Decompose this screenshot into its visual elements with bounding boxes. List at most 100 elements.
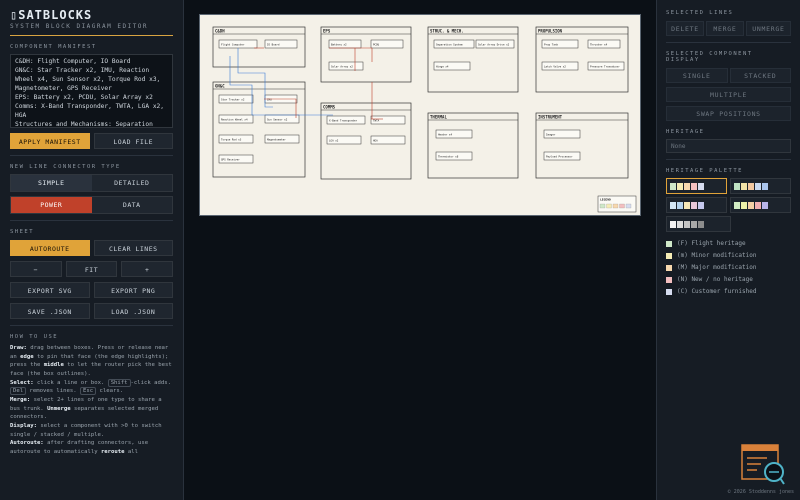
canvas-area[interactable]: C&DH Flight Computer IO Board EPS Battery x2… — [184, 0, 656, 500]
sheet-header: SHEET — [10, 229, 35, 235]
component-label: Heater x4 — [438, 132, 452, 136]
merge-button[interactable]: MERGE — [705, 21, 744, 36]
connector-line[interactable] — [329, 47, 373, 62]
zoom-in-button[interactable]: + — [121, 261, 174, 277]
component-label: Separation System — [436, 42, 463, 46]
legend-swatch — [666, 288, 672, 295]
subsystem-title: INSTRUMENT — [538, 115, 563, 120]
app-title: ▯SATBLOCKS — [10, 8, 93, 22]
howto-header: HOW TO USE — [10, 334, 59, 340]
palette-warm[interactable] — [730, 197, 791, 213]
connector-line[interactable] — [229, 56, 333, 116]
subsystem-frame[interactable] — [535, 112, 629, 179]
component-label: GPS Receiver — [221, 157, 240, 161]
simple-button[interactable]: SIMPLE — [11, 175, 92, 191]
connector-type-toggle: POWER DATA — [10, 196, 173, 214]
palette-gray[interactable] — [666, 216, 731, 232]
fit-button[interactable]: FIT — [65, 261, 118, 277]
esc-key: Esc — [80, 387, 97, 396]
palette-pastel[interactable] — [666, 178, 727, 194]
component-label: Thruster x4 — [590, 42, 608, 46]
divider — [666, 159, 791, 160]
component-label: Hinge x4 — [436, 64, 449, 68]
subsystem-frame[interactable] — [320, 26, 412, 83]
component-label: Battery x2 — [331, 42, 347, 46]
subsystem-title: COMMS — [323, 105, 336, 110]
palette-blue[interactable] — [666, 197, 727, 213]
subsystem-title: EPS — [323, 29, 331, 34]
app-logo — [741, 444, 785, 485]
component-label: Sun Sensor x2 — [267, 117, 288, 121]
right-panel: SELECTED LINES DELETE MERGE UNMERGE SELE… — [656, 0, 800, 500]
load-file-button[interactable]: LOAD FILE — [93, 133, 173, 149]
component-label: IO Board — [267, 42, 280, 46]
single-button[interactable]: SINGLE — [666, 68, 728, 83]
component-label: Pressure Transducer — [590, 64, 620, 68]
legend-label: (M) Major modification — [677, 264, 757, 271]
connector-style-toggle: SIMPLE DETAILED — [10, 174, 173, 192]
heritage-legend: (F) Flight heritage (m) Minor modificatio… — [666, 240, 791, 295]
delete-button[interactable]: DELETE — [666, 21, 704, 36]
manifest-header: COMPONENT MANIFEST — [10, 44, 97, 50]
clear-lines-button[interactable]: CLEAR LINES — [93, 240, 173, 256]
manifest-textarea[interactable]: C&DH: Flight Computer, IO Board GN&C: St… — [10, 54, 173, 128]
diagram-sheet[interactable]: C&DH Flight Computer IO Board EPS Battery x2… — [199, 14, 641, 216]
zoom-out-button[interactable]: − — [10, 261, 62, 277]
export-svg-button[interactable]: EXPORT SVG — [10, 282, 90, 298]
block-diagram[interactable]: C&DH Flight Computer IO Board EPS Battery x2… — [200, 15, 640, 215]
subsystem-frame[interactable] — [427, 26, 519, 93]
power-button[interactable]: POWER — [11, 197, 92, 213]
subsystem-title: GN&C — [215, 84, 225, 89]
component-label: Star Tracker x2 — [221, 97, 245, 101]
title-divider — [10, 35, 173, 36]
heritage-header: HERITAGE — [666, 129, 705, 135]
component-label: Torque Rod x3 — [221, 137, 242, 141]
subsystem-title: C&DH — [215, 29, 225, 34]
subsystem-frame[interactable] — [427, 112, 519, 179]
component-label: LGA x2 — [329, 138, 339, 142]
data-button[interactable]: DATA — [91, 197, 172, 213]
swap-positions-button[interactable]: SWAP POSITIONS — [666, 106, 791, 121]
save-json-button[interactable]: SAVE .JSON — [10, 303, 90, 319]
legend-item: (N) New / no heritage — [666, 276, 791, 283]
legend-swatch — [666, 264, 672, 271]
multiple-button[interactable]: MULTIPLE — [666, 87, 791, 102]
component-label: Solar Array x2 — [331, 64, 353, 68]
subsystem-frame[interactable] — [535, 26, 629, 93]
apply-manifest-button[interactable]: APPLY MANIFEST — [10, 133, 90, 149]
component-label: X-Band Transponder — [329, 118, 358, 122]
divider — [10, 155, 173, 156]
stacked-button[interactable]: STACKED — [729, 68, 791, 83]
component-label: Payload Processor — [546, 154, 573, 158]
component-label: Latch Valve x2 — [544, 64, 566, 68]
component-label: Magnetometer — [267, 137, 286, 141]
subsystem-title: PROPULSION — [538, 29, 563, 34]
autoroute-button[interactable]: AUTOROUTE — [10, 240, 90, 256]
subsystem-title: THERMAL — [430, 115, 447, 120]
component-display-header: SELECTED COMPONENT DISPLAY — [666, 51, 753, 63]
component-label: HGA — [373, 138, 378, 142]
legend-item: (F) Flight heritage — [666, 240, 791, 247]
divider — [10, 325, 173, 326]
legend-item: (C) Customer furnished — [666, 288, 791, 295]
divider — [10, 220, 173, 221]
del-key: Del — [10, 387, 27, 396]
shift-key: Shift — [107, 378, 131, 387]
selected-lines-header: SELECTED LINES — [666, 10, 734, 16]
component-label: Imager — [546, 132, 556, 136]
left-panel: ▯SATBLOCKS SYSTEM BLOCK DIAGRAM EDITOR C… — [0, 0, 184, 500]
load-json-button[interactable]: LOAD .JSON — [93, 303, 173, 319]
legend-swatch — [666, 252, 672, 259]
component-label: Prop Tank — [544, 42, 558, 46]
component-label: Solar Array Drive x2 — [478, 42, 510, 46]
unmerge-button[interactable]: UNMERGE — [745, 21, 791, 36]
howto-text: Draw: drag between boxes. Press or relea… — [10, 345, 172, 455]
heritage-select[interactable]: None — [666, 139, 791, 153]
detailed-button[interactable]: DETAILED — [91, 175, 172, 191]
legend-label: (N) New / no heritage — [677, 276, 753, 283]
connector-header: NEW LINE CONNECTOR TYPE — [10, 164, 121, 170]
divider — [666, 42, 791, 43]
palette-cool[interactable] — [730, 178, 791, 194]
export-png-button[interactable]: EXPORT PNG — [93, 282, 173, 298]
app-subtitle: SYSTEM BLOCK DIAGRAM EDITOR — [10, 23, 149, 30]
